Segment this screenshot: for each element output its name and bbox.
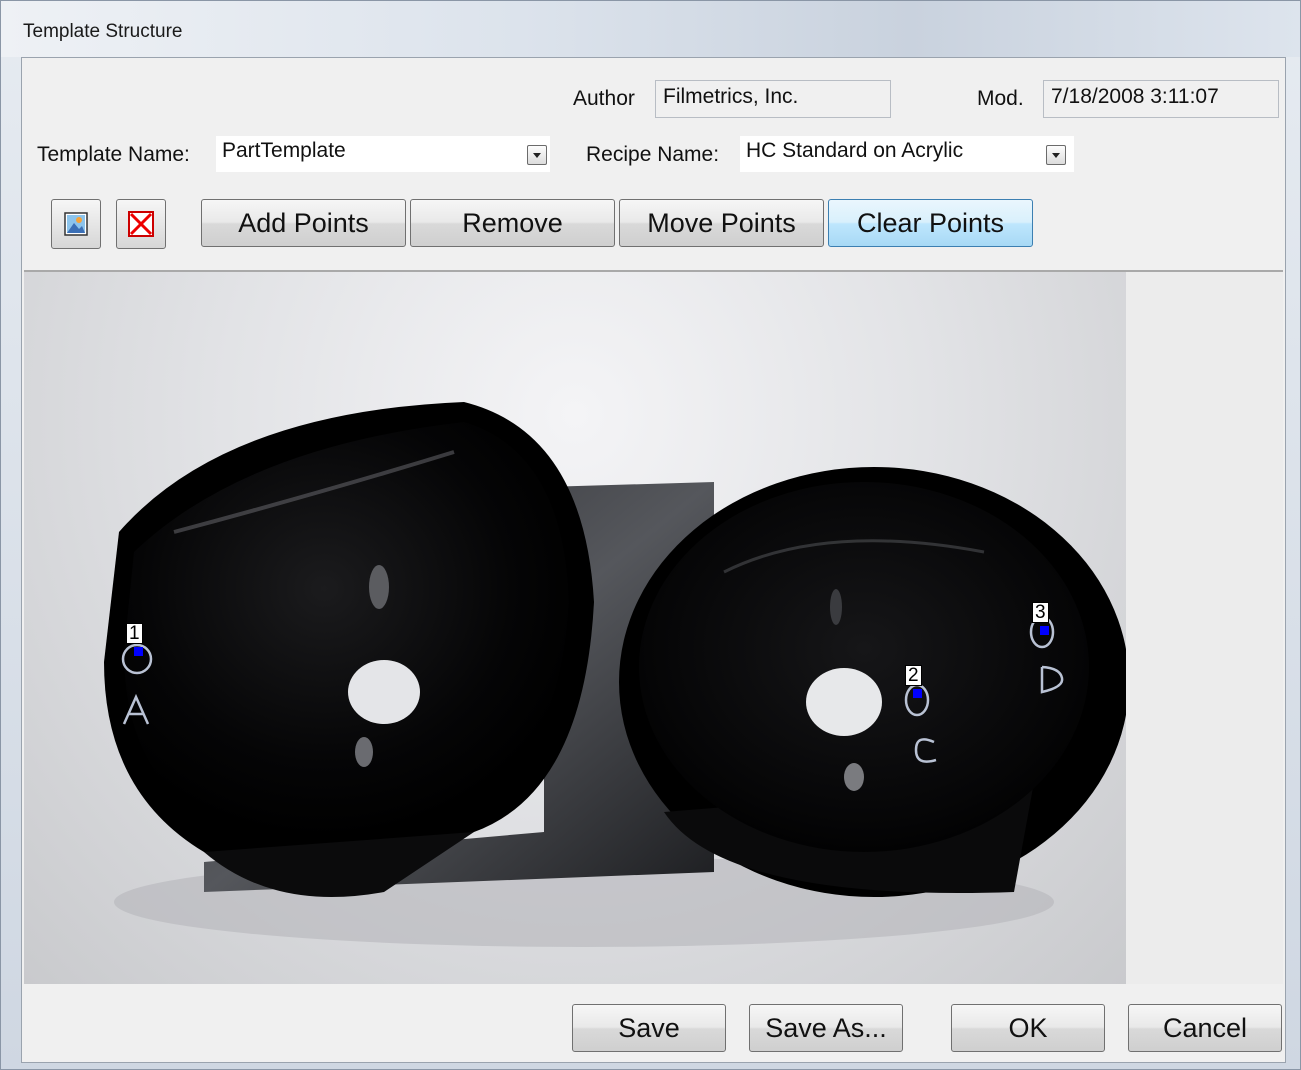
- window-title: Template Structure: [23, 21, 183, 42]
- save-button[interactable]: Save: [572, 1004, 726, 1052]
- template-image-panel[interactable]: 1 2 3: [24, 270, 1283, 986]
- move-points-button[interactable]: Move Points: [619, 199, 824, 247]
- red-x-icon: [128, 211, 154, 237]
- mod-date-field: 7/18/2008 3:11:07: [1043, 80, 1279, 118]
- part-photo-drawing: [104, 402, 1129, 947]
- add-points-button[interactable]: Add Points: [201, 199, 406, 247]
- save-as-button[interactable]: Save As...: [749, 1004, 903, 1052]
- point-dot-3[interactable]: [1040, 626, 1049, 635]
- part-photo[interactable]: 1 2 3: [24, 272, 1129, 984]
- template-name-value: PartTemplate: [222, 139, 346, 162]
- template-name-label: Template Name:: [37, 143, 190, 166]
- clear-points-button[interactable]: Clear Points: [828, 199, 1033, 247]
- point-dot-1[interactable]: [134, 647, 143, 656]
- dialog-client-area: Author Filmetrics, Inc. Mod. 7/18/2008 3…: [21, 57, 1286, 1063]
- recipe-name-value: HC Standard on Acrylic: [746, 139, 964, 162]
- point-dot-2[interactable]: [913, 689, 922, 698]
- remove-button[interactable]: Remove: [410, 199, 615, 247]
- author-label: Author: [573, 87, 635, 110]
- recipe-name-combo[interactable]: HC Standard on Acrylic: [739, 135, 1075, 173]
- load-image-button[interactable]: [51, 199, 101, 249]
- template-dropdown-arrow-icon[interactable]: [527, 145, 547, 165]
- title-bar[interactable]: Template Structure: [1, 1, 1300, 57]
- author-field: Filmetrics, Inc.: [655, 80, 891, 118]
- delete-image-button[interactable]: [116, 199, 166, 249]
- picture-icon: [64, 212, 88, 236]
- point-label-1[interactable]: 1: [126, 623, 143, 644]
- ok-button[interactable]: OK: [951, 1004, 1105, 1052]
- point-label-2[interactable]: 2: [905, 665, 922, 686]
- recipe-name-label: Recipe Name:: [586, 143, 720, 166]
- mod-label: Mod.: [977, 87, 1024, 110]
- button-bar: Save Save As... OK Cancel: [22, 984, 1285, 1062]
- template-structure-window: Template Structure Author Filmetrics, In…: [0, 0, 1301, 1070]
- recipe-dropdown-arrow-icon[interactable]: [1046, 145, 1066, 165]
- point-label-3[interactable]: 3: [1032, 602, 1049, 623]
- cancel-button[interactable]: Cancel: [1128, 1004, 1282, 1052]
- template-name-combo[interactable]: PartTemplate: [215, 135, 551, 173]
